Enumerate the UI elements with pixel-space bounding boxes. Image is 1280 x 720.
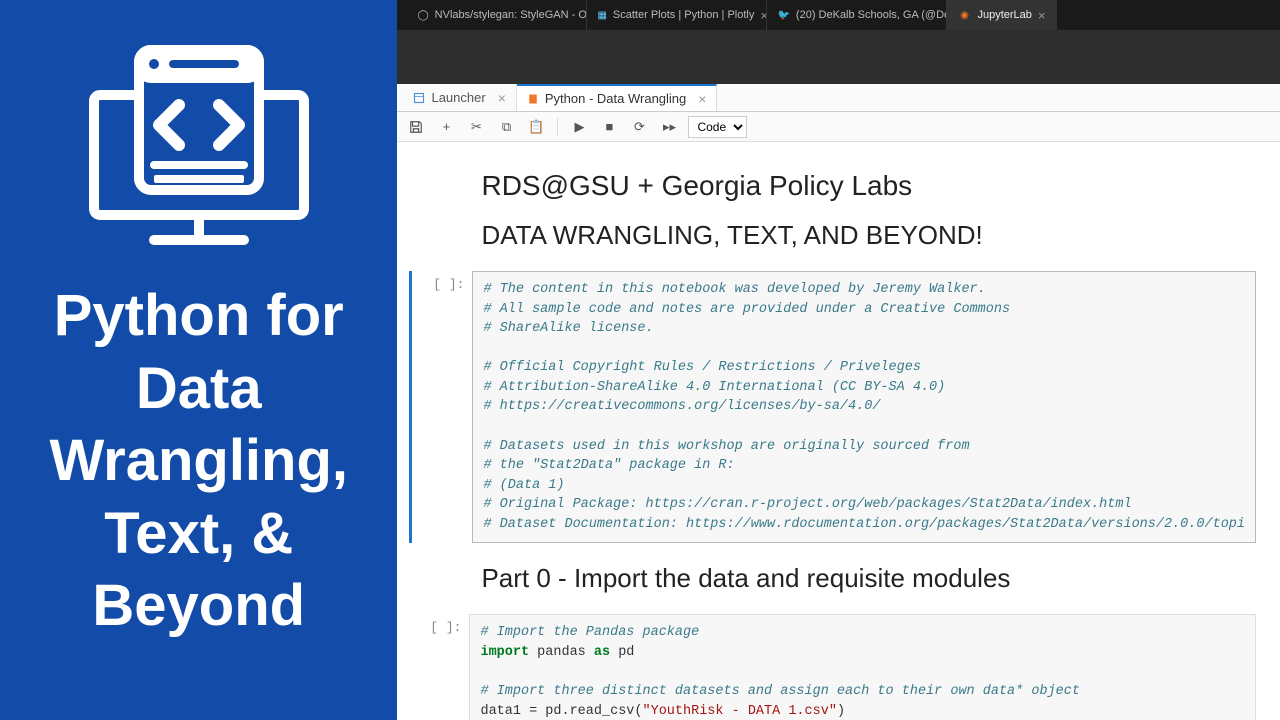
code-editor[interactable]: # Import the Pandas package import panda… (469, 614, 1256, 720)
close-icon[interactable]: × (760, 8, 767, 23)
code-cell-1[interactable]: [ ]: # The content in this notebook was … (409, 271, 1256, 543)
markdown-cell-heading[interactable]: RDS@GSU + Georgia Policy Labs DATA WRANG… (409, 158, 1256, 263)
jupyterlab-app: Launcher × Python - Data Wrangling × + ✂… (397, 84, 1280, 720)
paste-button[interactable]: 📋 (525, 116, 547, 138)
launcher-icon (413, 92, 425, 104)
browser-tab-twitter[interactable]: 🐦 (20) DeKalb Schools, GA (@DeK… × (767, 0, 947, 30)
restart-button[interactable]: ⟳ (628, 116, 650, 138)
browser-tab-strip: ◯ NVlabs/stylegan: StyleGAN - Off… × ▦ S… (397, 0, 1280, 30)
markdown-cell-part0[interactable]: Part 0 - Import the data and requisite m… (409, 551, 1256, 606)
cut-button[interactable]: ✂ (465, 116, 487, 138)
jupyter-tab-strip: Launcher × Python - Data Wrangling × (397, 84, 1280, 112)
browser-tab-plotly[interactable]: ▦ Scatter Plots | Python | Plotly × (587, 0, 767, 30)
close-icon[interactable]: × (1038, 8, 1046, 23)
cell-prompt: [ ]: (409, 614, 469, 720)
notebook-icon (527, 93, 539, 105)
jupyter-tab-notebook[interactable]: Python - Data Wrangling × (517, 84, 718, 111)
jupyter-icon: ◉ (957, 8, 971, 22)
run-button[interactable]: ▶ (568, 116, 590, 138)
section-heading: Part 0 - Import the data and requisite m… (481, 563, 1236, 594)
notebook-subtitle: DATA WRANGLING, TEXT, AND BEYOND! (481, 220, 1236, 251)
cell-prompt: [ ]: (412, 271, 472, 543)
close-icon[interactable]: × (698, 91, 706, 107)
chart-icon: ▦ (597, 8, 606, 22)
notebook-title: RDS@GSU + Georgia Policy Labs (481, 170, 1236, 202)
code-editor[interactable]: # The content in this notebook was devel… (472, 271, 1256, 543)
stop-button[interactable]: ■ (598, 116, 620, 138)
add-cell-button[interactable]: + (435, 116, 457, 138)
code-illustration-icon (69, 30, 329, 260)
browser-window: ◯ NVlabs/stylegan: StyleGAN - Off… × ▦ S… (397, 0, 1280, 720)
save-button[interactable] (405, 116, 427, 138)
copy-button[interactable]: ⧉ (495, 116, 517, 138)
notebook-toolbar: + ✂ ⧉ 📋 ▶ ■ ⟳ ▸▸ Code (397, 112, 1280, 142)
jupyter-tab-launcher[interactable]: Launcher × (403, 84, 516, 111)
run-all-button[interactable]: ▸▸ (658, 116, 680, 138)
browser-tab-stylegan[interactable]: ◯ NVlabs/stylegan: StyleGAN - Off… × (407, 0, 587, 30)
notebook-body[interactable]: RDS@GSU + Georgia Policy Labs DATA WRANG… (397, 142, 1280, 720)
twitter-icon: 🐦 (777, 8, 789, 22)
browser-toolbar-area (397, 30, 1280, 84)
code-cell-2[interactable]: [ ]: # Import the Pandas package import … (409, 614, 1256, 720)
github-icon: ◯ (417, 8, 428, 22)
close-icon[interactable]: × (498, 90, 506, 106)
browser-tab-jupyterlab[interactable]: ◉ JupyterLab × (947, 0, 1056, 30)
cell-type-select[interactable]: Code (688, 116, 747, 138)
promo-title: Python for Data Wrangling, Text, & Beyon… (49, 280, 348, 643)
left-promo-panel: Python for Data Wrangling, Text, & Beyon… (0, 0, 397, 720)
